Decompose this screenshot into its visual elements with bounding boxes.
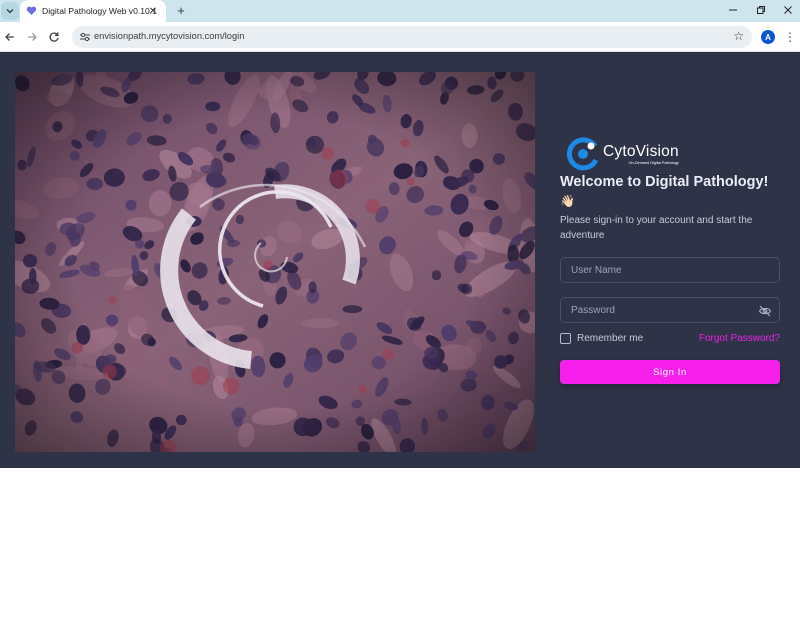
remember-me[interactable]: Remember me <box>560 333 643 344</box>
cytovision-logo: CytoVision On-Demand Digital Pathology <box>565 136 780 172</box>
tab-search-button[interactable] <box>1 2 19 20</box>
forgot-password-link[interactable]: Forgot Password? <box>699 333 780 344</box>
username-field[interactable] <box>560 257 780 283</box>
password-input[interactable] <box>561 298 779 322</box>
remember-forgot-row: Remember me Forgot Password? <box>560 333 780 344</box>
brand-tagline: On-Demand Digital Pathology <box>628 160 679 165</box>
chevron-down-icon <box>6 9 14 14</box>
eye-off-icon[interactable] <box>758 304 772 318</box>
brand-name: CytoVision <box>603 142 679 160</box>
heart-icon <box>26 6 37 16</box>
arrow-left-icon[interactable] <box>3 30 17 44</box>
arrow-right-icon[interactable] <box>25 30 39 44</box>
url-text[interactable]: envisionpath.mycytovision.com/login <box>94 31 244 41</box>
tune-icon[interactable] <box>79 31 91 43</box>
login-panel: CytoVision On-Demand Digital Pathology W… <box>560 136 780 384</box>
cytovision-logo-icon <box>566 137 599 171</box>
close-icon[interactable]: ✕ <box>147 5 159 17</box>
browser-tab[interactable]: Digital Pathology Web v0.10.1 ✕ <box>20 0 166 22</box>
sign-in-button[interactable]: Sign In <box>560 360 780 384</box>
browser-toolbar: envisionpath.mycytovision.com/login ☆ A … <box>0 22 800 52</box>
login-page: CytoVision On-Demand Digital Pathology W… <box>0 52 800 468</box>
plus-icon[interactable]: + <box>173 2 189 18</box>
browser-tab-strip: Digital Pathology Web v0.10.1 ✕ + <box>0 0 800 22</box>
profile-avatar[interactable]: A <box>761 30 775 44</box>
hero-pathology-image <box>15 72 535 452</box>
welcome-heading: Welcome to Digital Pathology! <box>560 174 769 190</box>
remember-me-checkbox[interactable] <box>560 333 571 344</box>
restore-icon[interactable] <box>754 3 768 17</box>
address-bar[interactable]: envisionpath.mycytovision.com/login ☆ <box>72 26 752 48</box>
waving-hand-icon: 👋🏻 <box>560 194 575 208</box>
welcome-subtitle: Please sign-in to your account and start… <box>560 215 753 241</box>
reload-icon[interactable] <box>47 30 61 44</box>
window-close-icon[interactable] <box>781 3 795 17</box>
username-input[interactable] <box>561 258 779 282</box>
remember-me-label: Remember me <box>577 333 644 344</box>
minimize-icon[interactable] <box>726 3 740 17</box>
star-icon[interactable]: ☆ <box>733 29 744 43</box>
kebab-icon[interactable]: ⋮ <box>784 29 796 45</box>
password-field[interactable] <box>560 297 780 323</box>
tab-title: Digital Pathology Web v0.10.1 <box>42 6 157 16</box>
